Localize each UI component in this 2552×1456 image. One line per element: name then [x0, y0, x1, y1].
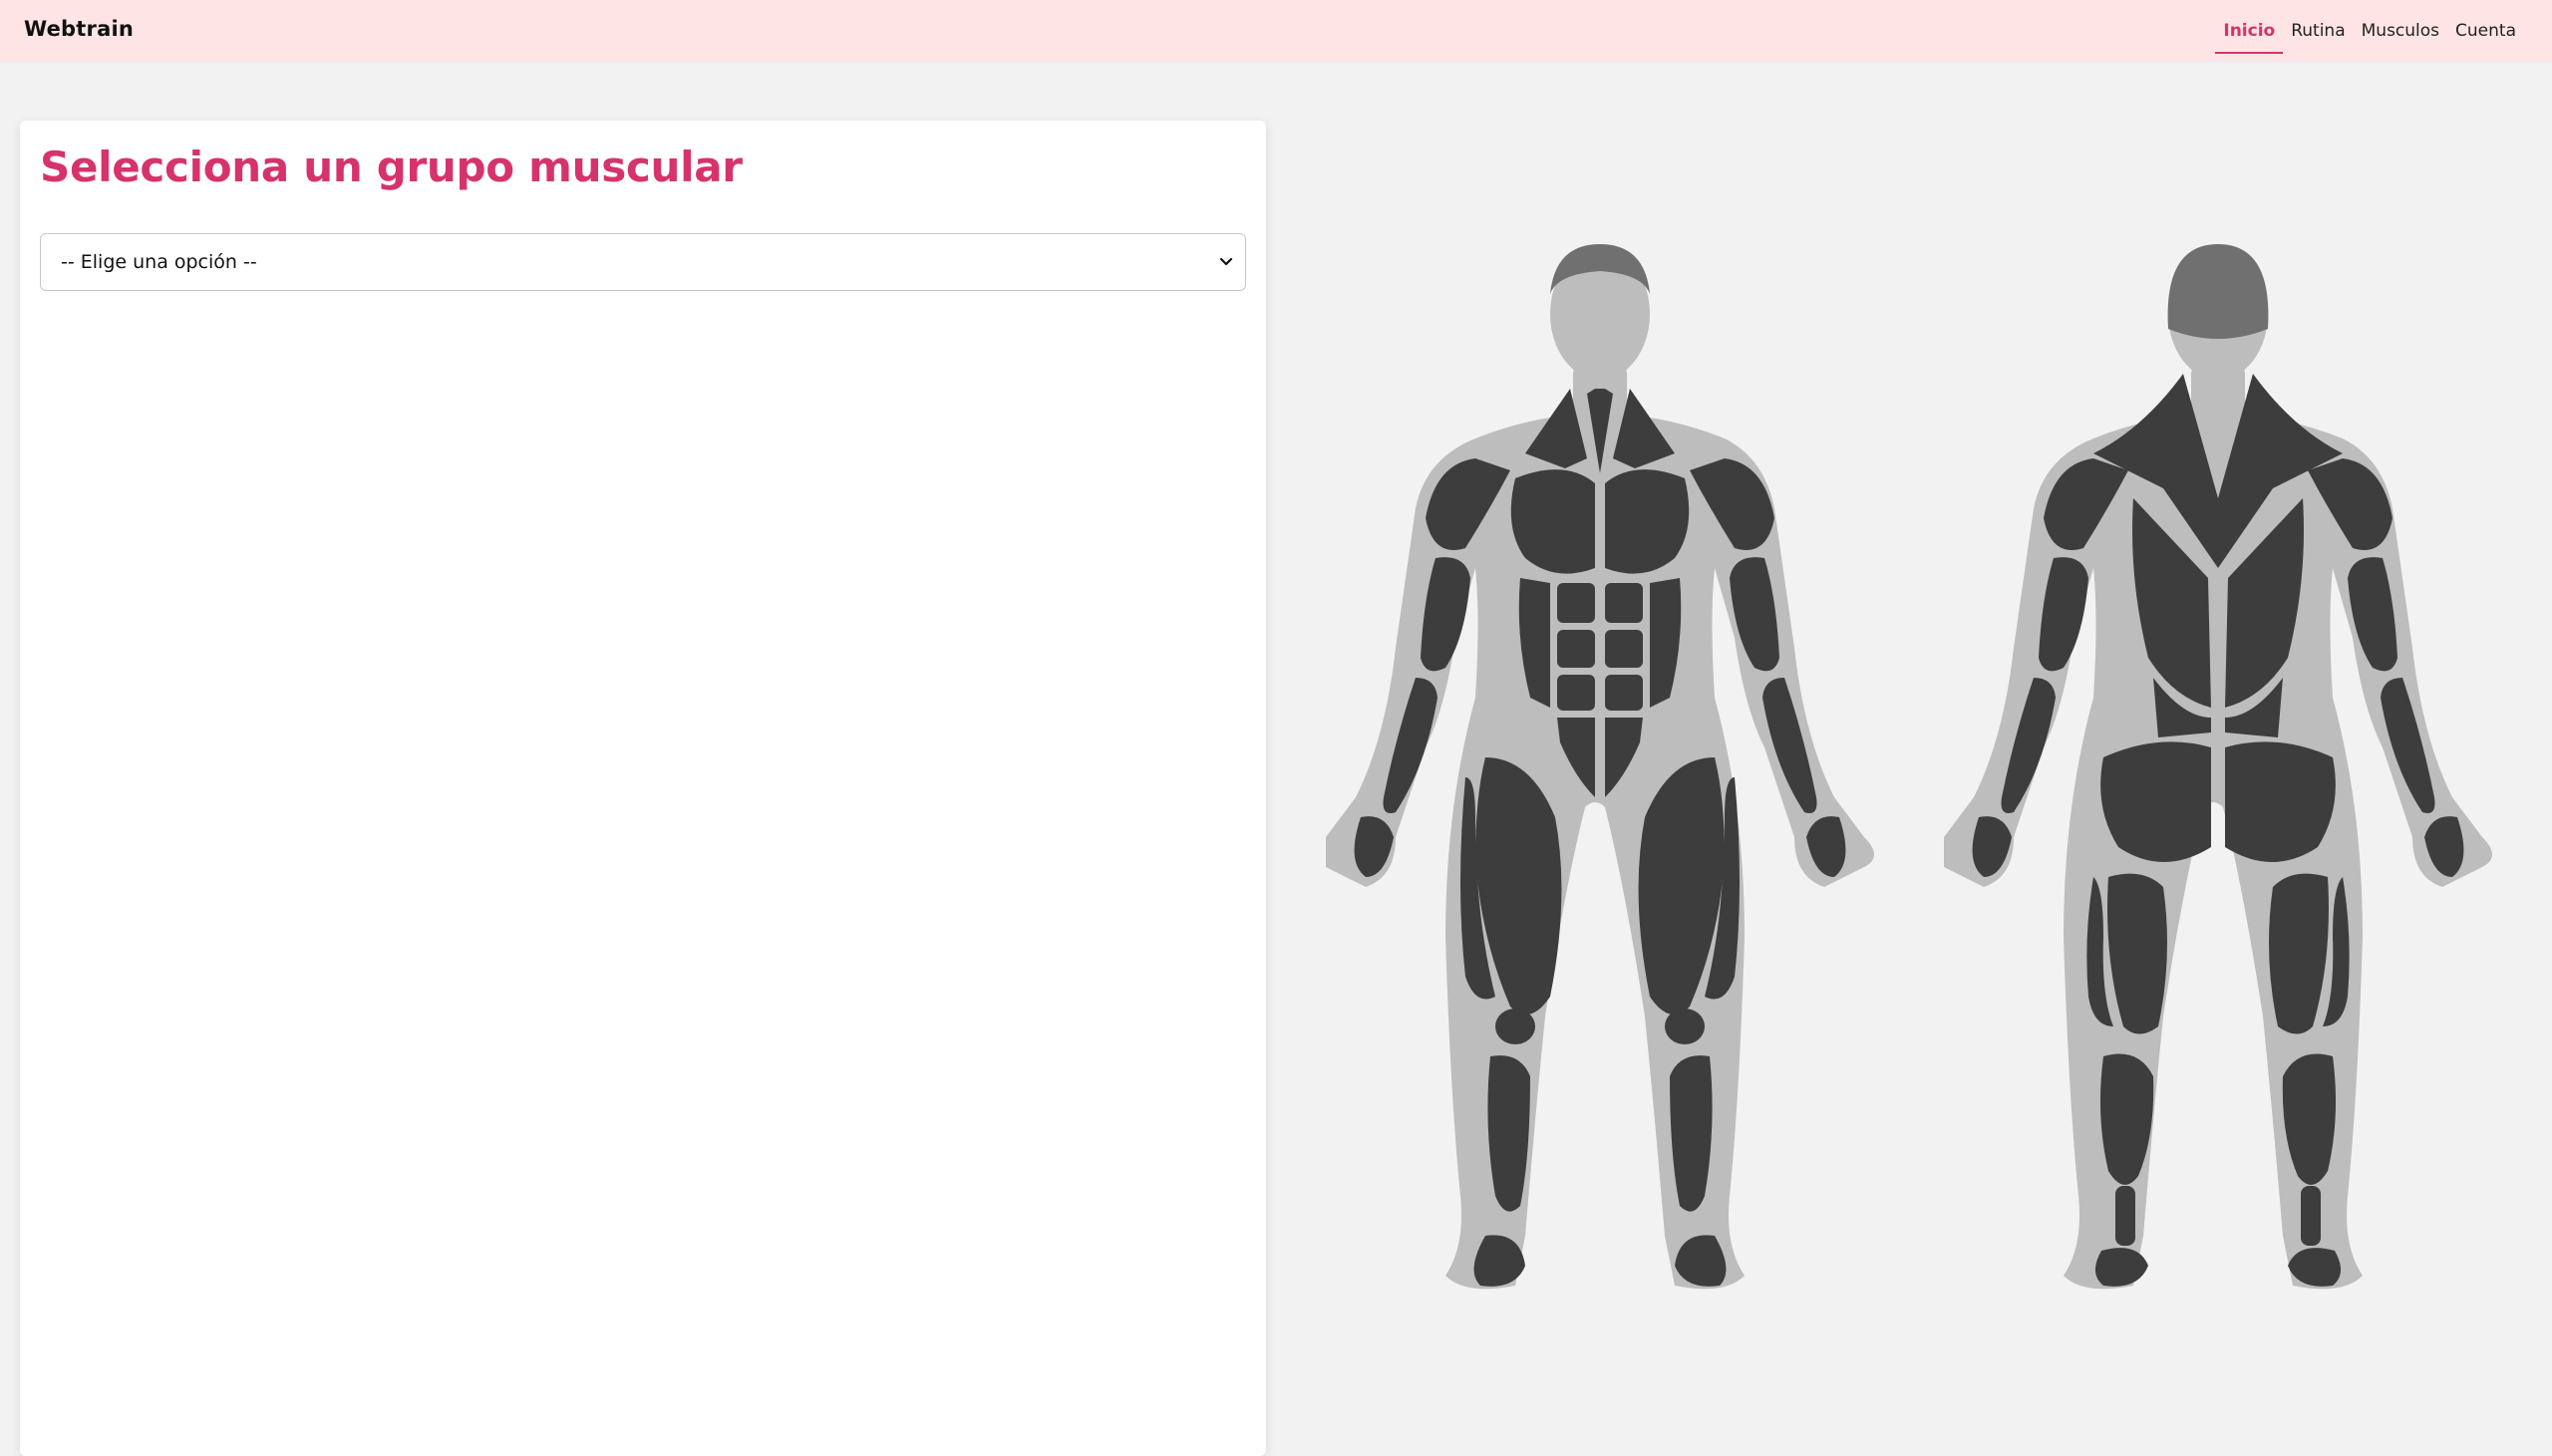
- select-value: -- Elige una opción --: [61, 251, 257, 273]
- back-hair: [2167, 244, 2269, 339]
- page-title: Selecciona un grupo muscular: [40, 143, 743, 191]
- muscle-selector-panel: Selecciona un grupo muscular -- Elige un…: [20, 121, 1266, 1456]
- anatomy-diagram: [1296, 209, 2552, 1355]
- main-nav: Inicio Rutina Musculos Cuenta: [2215, 0, 2524, 61]
- chevron-down-icon: [1219, 257, 1233, 266]
- back-muscles: [1972, 374, 2464, 1287]
- brand-logo[interactable]: Webtrain: [24, 17, 134, 41]
- muscle-group-select[interactable]: -- Elige una opción --: [40, 233, 1246, 291]
- front-body-figure[interactable]: [1326, 239, 1884, 1335]
- nav-item-rutina[interactable]: Rutina: [2283, 0, 2353, 61]
- top-navbar: Webtrain Inicio Rutina Musculos Cuenta: [0, 0, 2552, 61]
- nav-item-musculos[interactable]: Musculos: [2354, 0, 2447, 61]
- nav-item-inicio[interactable]: Inicio: [2215, 0, 2284, 61]
- nav-item-cuenta[interactable]: Cuenta: [2447, 0, 2524, 61]
- back-body-figure[interactable]: [1944, 239, 2502, 1335]
